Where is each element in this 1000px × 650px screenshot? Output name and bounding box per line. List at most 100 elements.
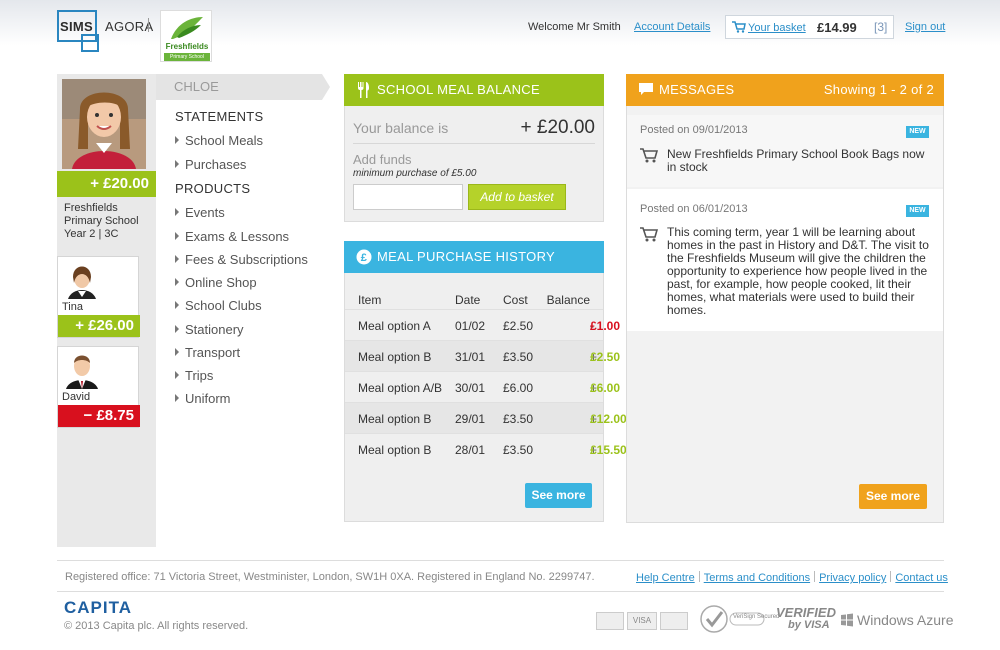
- nav-item-purchases[interactable]: Purchases: [175, 157, 246, 172]
- sibling-name: Tina: [62, 301, 83, 313]
- link-separator: [890, 571, 892, 582]
- sibling-card-david[interactable]: David − £8.75: [57, 346, 140, 428]
- balance-amount: £15.50: [590, 443, 627, 457]
- registered-office-text: Registered office: 71 Victoria Street, W…: [65, 571, 595, 583]
- child-tab-chloe[interactable]: CHLOE: [156, 74, 330, 100]
- child-photo[interactable]: [62, 79, 146, 169]
- nav-item-label: Online Shop: [185, 275, 257, 290]
- message-date: Posted on 06/01/2013: [640, 203, 748, 215]
- sign-out-link[interactable]: Sign out: [905, 21, 945, 33]
- nav-item-events[interactable]: Events: [175, 205, 225, 220]
- col-cost: Cost: [503, 293, 528, 307]
- messages-header: MESSAGES Showing 1 - 2 of 2: [626, 74, 944, 106]
- messages-see-more-button[interactable]: See more: [859, 484, 927, 509]
- nav-item-online-shop[interactable]: Online Shop: [175, 275, 257, 290]
- school-line-2: Primary School: [64, 215, 139, 227]
- history-see-more-button[interactable]: See more: [525, 483, 592, 508]
- sibling-balance: + £26.00: [58, 315, 140, 337]
- meal-history-title: MEAL PURCHASE HISTORY: [377, 249, 555, 264]
- caret-right-icon: [175, 255, 179, 263]
- row-date: 29/01: [455, 412, 486, 426]
- sibling-photo: [62, 351, 136, 389]
- footer-links: Help Centre Terms and Conditions Privacy p…: [636, 571, 948, 584]
- messages-count: Showing 1 - 2 of 2: [823, 82, 934, 97]
- caret-right-icon: [175, 325, 179, 333]
- nav-item-school-meals[interactable]: School Meals: [175, 133, 263, 148]
- caret-right-icon: [175, 371, 179, 379]
- add-funds-input[interactable]: [353, 184, 463, 210]
- row-item: Meal option A/B: [358, 381, 443, 395]
- nav-item-exams-lessons[interactable]: Exams & Lessons: [175, 229, 289, 244]
- child-balance: + £20.00: [57, 171, 156, 197]
- meal-balance-title: SCHOOL MEAL BALANCE: [377, 82, 540, 97]
- sibling-name: David: [62, 391, 91, 403]
- school-logo-sub: Primary School: [164, 53, 210, 61]
- nav-item-label: School Clubs: [185, 298, 262, 313]
- nav-item-label: Trips: [185, 368, 214, 383]
- footer-divider: [57, 560, 944, 561]
- meal-balance-panel: SCHOOL MEAL BALANCE Your balance is + £2…: [344, 74, 604, 222]
- table-row: Meal option B 29/01 £3.50 + £12.00: [345, 402, 627, 433]
- caret-right-icon: [175, 278, 179, 286]
- school-logo-name: Freshfields: [165, 42, 209, 51]
- capita-logo: CAPITA: [64, 598, 133, 617]
- message-date: Posted on 09/01/2013: [640, 124, 748, 136]
- caret-right-icon: [175, 232, 179, 240]
- verified-by-visa-top: VERIFIED: [776, 605, 836, 620]
- divider: [353, 143, 595, 144]
- new-badge: NEW: [906, 205, 929, 217]
- link-separator: [814, 571, 816, 582]
- child-avatar-icon: [62, 79, 146, 169]
- message-item[interactable]: Posted on 09/01/2013 NEW New Freshfields…: [627, 115, 943, 187]
- caret-right-icon: [175, 136, 179, 144]
- caret-right-icon: [175, 301, 179, 309]
- message-text: New Freshfields Primary School Book Bags…: [667, 147, 925, 174]
- sibling-card-tina[interactable]: Tina + £26.00: [57, 256, 140, 338]
- nav-item-stationery[interactable]: Stationery: [175, 322, 244, 337]
- nav-item-school-clubs[interactable]: School Clubs: [175, 298, 262, 313]
- caret-right-icon: [175, 348, 179, 356]
- nav-item-transport[interactable]: Transport: [175, 345, 240, 360]
- add-funds-label: Add funds: [353, 152, 412, 167]
- message-text: This coming term, year 1 will be learnin…: [667, 225, 929, 317]
- verisign-label: VeriSign Secured: [733, 614, 780, 620]
- row-date: 28/01: [455, 443, 486, 457]
- add-to-basket-button[interactable]: Add to basket: [468, 184, 566, 210]
- nav-item-trips[interactable]: Trips: [175, 368, 213, 383]
- copyright-text: © 2013 Capita plc. All rights reserved.: [64, 620, 249, 632]
- sibling-avatar-icon: [62, 261, 136, 299]
- account-details-link[interactable]: Account Details: [634, 21, 710, 33]
- school-line-1: Freshfields: [64, 202, 118, 214]
- contact-link[interactable]: Contact us: [895, 572, 948, 584]
- verified-by-visa-bottom: by VISA: [788, 619, 830, 631]
- terms-link[interactable]: Terms and Conditions: [704, 572, 810, 584]
- basket-box[interactable]: Your basket £14.99 [3]: [725, 15, 894, 39]
- message-item[interactable]: Posted on 06/01/2013 NEW This coming ter…: [627, 189, 943, 331]
- minimum-purchase-note: minimum purchase of £5.00: [353, 168, 477, 179]
- caret-right-icon: [175, 160, 179, 168]
- privacy-link[interactable]: Privacy policy: [819, 572, 886, 584]
- basket-link[interactable]: Your basket: [748, 22, 806, 34]
- leaf-icon: [171, 17, 203, 39]
- nav-item-label: Uniform: [185, 391, 231, 406]
- balance-amount: £1.00: [590, 319, 621, 333]
- child-school-info: Freshfields Primary School Year 2 | 3C: [64, 202, 139, 241]
- nav-item-uniform[interactable]: Uniform: [175, 391, 231, 406]
- school-logo: Freshfields Primary School: [160, 10, 212, 62]
- help-centre-link[interactable]: Help Centre: [636, 572, 695, 584]
- cart-icon: [640, 227, 658, 242]
- balance-value: + £20.00: [520, 117, 596, 138]
- caret-right-icon: [175, 394, 179, 402]
- logo-box-small: [81, 34, 99, 52]
- row-item: Meal option A: [358, 319, 431, 333]
- row-date: 01/02: [455, 319, 486, 333]
- row-cost: £3.50: [503, 412, 534, 426]
- balance-amount: £12.00: [590, 412, 627, 426]
- profile-column: + £20.00 Freshfields Primary School Year…: [57, 74, 156, 547]
- row-cost: £6.00: [503, 381, 534, 395]
- row-item: Meal option B: [358, 443, 432, 457]
- row-cost: £3.50: [503, 350, 534, 364]
- nav-item-fees-subscriptions[interactable]: Fees & Subscriptions: [175, 252, 308, 267]
- nav-item-label: Transport: [185, 345, 241, 360]
- col-date: Date: [455, 293, 481, 307]
